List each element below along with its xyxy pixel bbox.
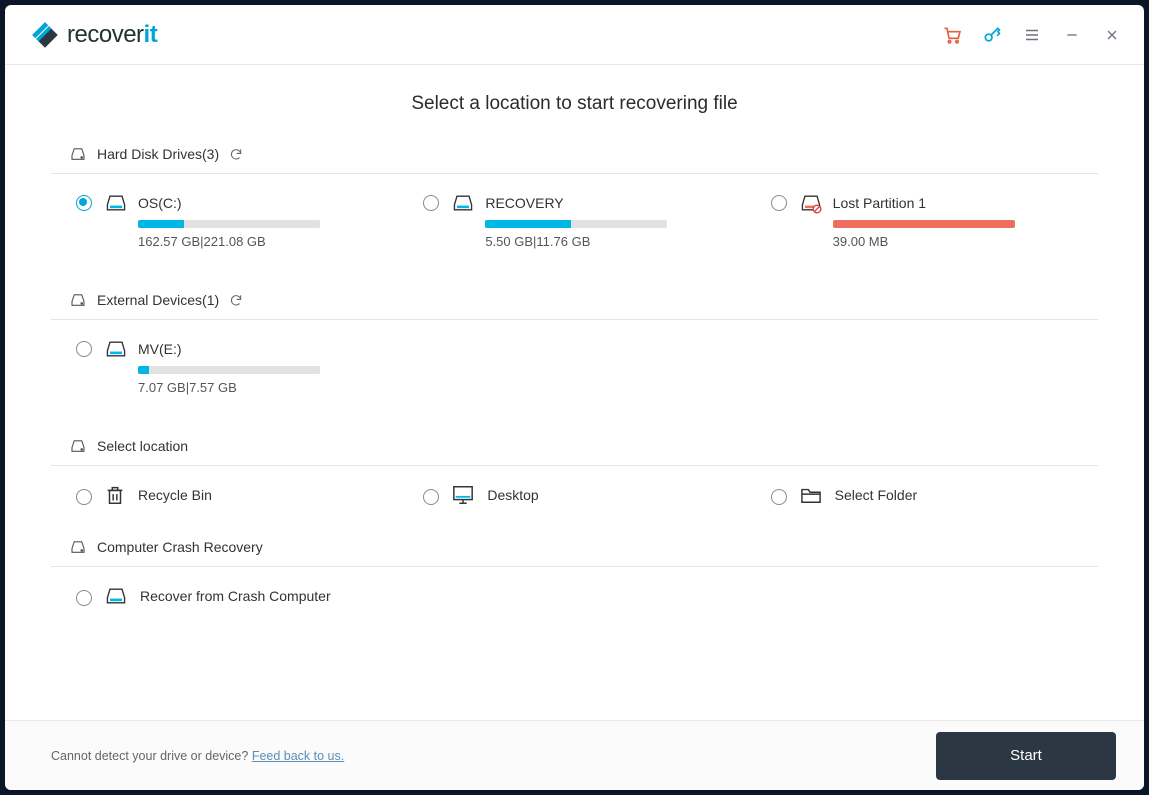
- menu-icon[interactable]: [1022, 25, 1042, 45]
- logo-text-accent: it: [144, 21, 158, 48]
- section-ext-header: External Devices(1): [51, 287, 1098, 320]
- drive-usage: 7.07 GB|7.57 GB: [138, 380, 320, 395]
- section-loc: Select location Recycle Bin Desktop Select…: [51, 433, 1098, 516]
- drive-radio[interactable]: [423, 195, 439, 211]
- section-loc-header: Select location: [51, 433, 1098, 466]
- section-crash: Computer Crash Recovery Recover from Cra…: [51, 534, 1098, 617]
- section-loc-title: Select location: [97, 438, 188, 454]
- drive-group-icon: [69, 145, 87, 163]
- section-hdd-title: Hard Disk Drives(3): [97, 146, 219, 162]
- drive-icon: [451, 192, 475, 214]
- minimize-button[interactable]: [1062, 25, 1082, 45]
- drive-icon: [104, 585, 128, 607]
- location-radio[interactable]: [76, 590, 92, 606]
- footer-text: Cannot detect your drive or device? Feed…: [51, 749, 344, 763]
- drive-item[interactable]: OS(C:) 162.57 GB|221.08 GB: [76, 192, 403, 249]
- desktop-icon: [451, 484, 475, 506]
- drive-radio[interactable]: [76, 195, 92, 211]
- location-radio[interactable]: [423, 489, 439, 505]
- section-crash-title: Computer Crash Recovery: [97, 539, 263, 555]
- location-item[interactable]: Desktop: [423, 484, 750, 506]
- section-hdd-header: Hard Disk Drives(3): [51, 141, 1098, 174]
- drive-icon: [104, 192, 128, 214]
- cart-icon[interactable]: [942, 25, 962, 45]
- drive-radio[interactable]: [771, 195, 787, 211]
- folder-icon: [799, 485, 823, 505]
- key-icon[interactable]: [982, 25, 1002, 45]
- location-radio[interactable]: [771, 489, 787, 505]
- main-content: Select a location to start recovering fi…: [5, 65, 1144, 720]
- title-actions: [942, 25, 1122, 45]
- page-title: Select a location to start recovering fi…: [51, 93, 1098, 115]
- drive-item[interactable]: MV(E:) 7.07 GB|7.57 GB: [76, 338, 403, 395]
- location-item[interactable]: Select Folder: [771, 484, 1098, 506]
- location-item[interactable]: Recycle Bin: [76, 484, 403, 506]
- feedback-link[interactable]: Feed back to us.: [252, 749, 344, 763]
- drive-name: RECOVERY: [485, 192, 667, 214]
- logo-text: recoverit: [67, 21, 157, 49]
- app-logo: recoverit: [31, 21, 157, 49]
- drive-usage: 5.50 GB|11.76 GB: [485, 234, 667, 249]
- usage-bar: [485, 220, 667, 228]
- section-ext-title: External Devices(1): [97, 292, 219, 308]
- usage-bar: [833, 220, 1015, 228]
- section-ext: External Devices(1) MV(E:) 7.07 GB|7.57 G…: [51, 287, 1098, 415]
- drive-group-icon: [69, 538, 87, 556]
- location-item[interactable]: Recover from Crash Computer: [76, 585, 403, 607]
- drive-radio[interactable]: [76, 341, 92, 357]
- app-window: recoverit Select a location to start rec…: [5, 5, 1144, 790]
- location-name: Desktop: [487, 487, 538, 503]
- drive-usage: 39.00 MB: [833, 234, 1015, 249]
- drive-group-icon: [69, 291, 87, 309]
- drive-icon: [104, 338, 128, 360]
- refresh-icon[interactable]: [229, 293, 243, 307]
- drive-icon: [799, 192, 823, 214]
- titlebar: recoverit: [5, 5, 1144, 65]
- close-button[interactable]: [1102, 25, 1122, 45]
- location-name: Recover from Crash Computer: [140, 588, 331, 604]
- location-radio[interactable]: [76, 489, 92, 505]
- drive-name: MV(E:): [138, 338, 320, 360]
- start-button[interactable]: Start: [936, 732, 1116, 780]
- logo-text-main: recover: [67, 21, 144, 48]
- section-crash-header: Computer Crash Recovery: [51, 534, 1098, 567]
- location-name: Select Folder: [835, 487, 917, 503]
- drive-name: OS(C:): [138, 192, 320, 214]
- drive-usage: 162.57 GB|221.08 GB: [138, 234, 320, 249]
- section-hdd: Hard Disk Drives(3) OS(C:) 162.57 GB|221.…: [51, 141, 1098, 269]
- drive-name: Lost Partition 1: [833, 192, 1015, 214]
- footer-msg: Cannot detect your drive or device?: [51, 749, 252, 763]
- logo-icon: [31, 21, 59, 49]
- drive-item[interactable]: RECOVERY 5.50 GB|11.76 GB: [423, 192, 750, 249]
- drive-group-icon: [69, 437, 87, 455]
- usage-bar: [138, 366, 320, 374]
- location-name: Recycle Bin: [138, 487, 212, 503]
- recycle-bin-icon: [104, 484, 126, 506]
- drive-item[interactable]: Lost Partition 1 39.00 MB: [771, 192, 1098, 249]
- usage-bar: [138, 220, 320, 228]
- refresh-icon[interactable]: [229, 147, 243, 161]
- footer: Cannot detect your drive or device? Feed…: [5, 720, 1144, 790]
